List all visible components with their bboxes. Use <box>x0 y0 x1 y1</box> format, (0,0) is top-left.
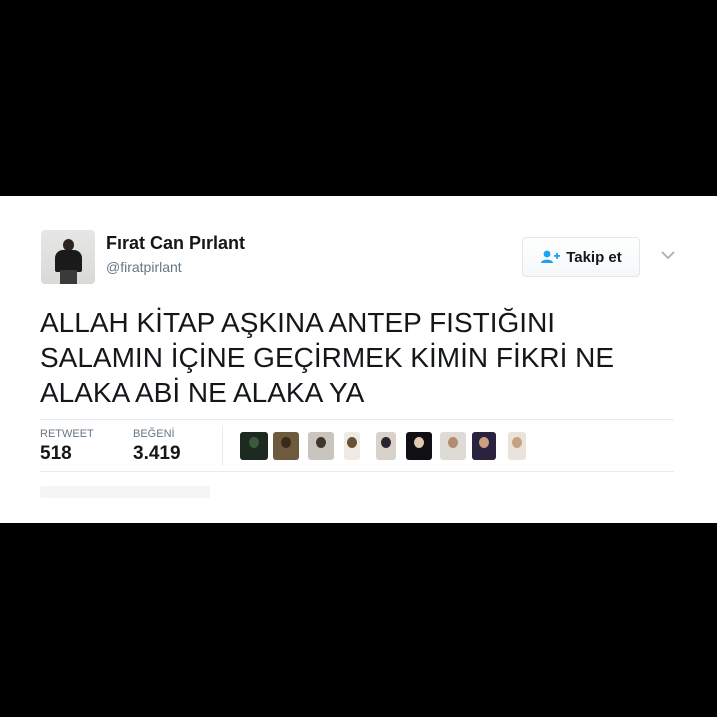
like-count[interactable]: 3.419 <box>133 443 181 465</box>
tweet-text: ALLAH KİTAP AŞKINA ANTEP FISTIĞINI SALAM… <box>40 307 615 408</box>
like-label[interactable]: BEĞENİ <box>133 428 175 440</box>
follow-button[interactable]: Takip et <box>522 237 640 277</box>
liker-avatar[interactable] <box>376 432 396 460</box>
retweet-count[interactable]: 518 <box>40 443 72 465</box>
follow-user-icon <box>540 250 561 264</box>
liker-avatar[interactable] <box>344 432 360 460</box>
faded-footer <box>40 486 210 498</box>
liker-avatar[interactable] <box>240 432 268 460</box>
liker-avatar[interactable] <box>273 432 299 460</box>
author-handle[interactable]: @firatpirlant <box>106 259 182 275</box>
retweet-label[interactable]: RETWEET <box>40 428 94 440</box>
author-avatar[interactable] <box>41 230 95 284</box>
liker-avatar[interactable] <box>508 432 526 460</box>
liker-avatar[interactable] <box>472 432 496 460</box>
liker-avatar[interactable] <box>308 432 334 460</box>
liker-avatar[interactable] <box>440 432 466 460</box>
divider-top <box>40 419 674 420</box>
follow-button-label: Takip et <box>566 248 622 266</box>
author-display-name[interactable]: Fırat Can Pırlant <box>106 233 245 254</box>
stats-separator <box>222 426 223 466</box>
divider-bottom <box>40 471 674 472</box>
liker-avatar[interactable] <box>406 432 432 460</box>
chevron-down-icon[interactable] <box>660 248 676 262</box>
